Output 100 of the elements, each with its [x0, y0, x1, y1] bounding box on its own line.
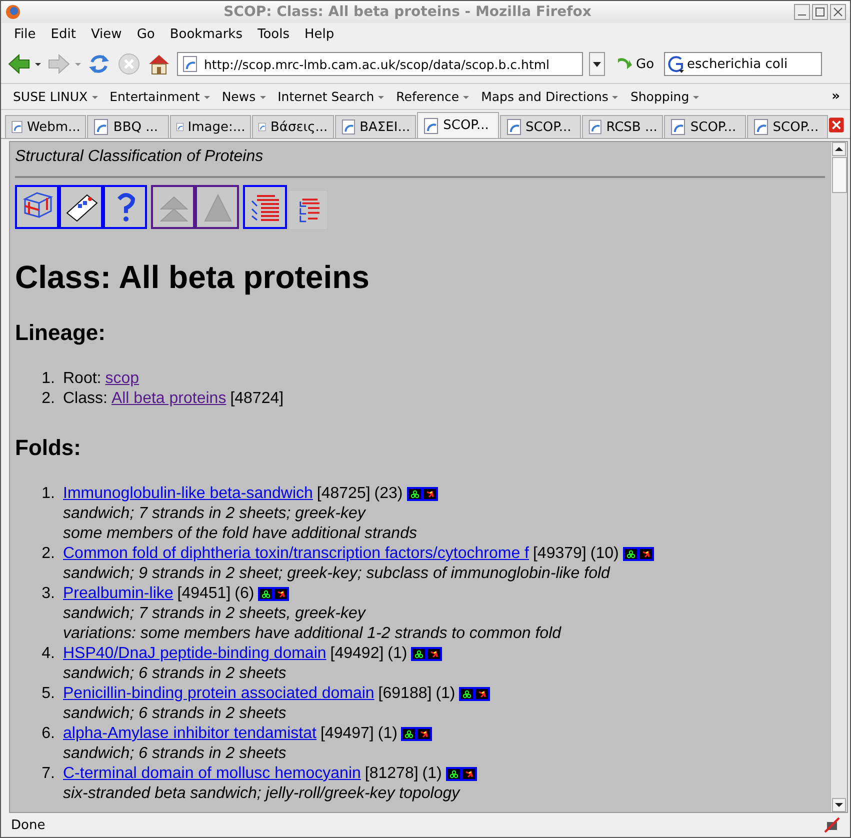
- bookmark-folder[interactable]: Internet Search: [272, 89, 390, 104]
- sunid: [49379]: [532, 544, 586, 564]
- address-field[interactable]: http://scop.mrc-lmb.cam.ac.uk/scop/data/scop.b.c.html: [177, 52, 583, 76]
- menu-item[interactable]: Edit: [44, 26, 84, 42]
- lineage-label: Root:: [63, 369, 102, 389]
- sunid: [49451]: [177, 584, 231, 604]
- fold-description: sandwich; 6 strands in 2 sheets: [63, 664, 288, 684]
- structure-icon[interactable]: [428, 649, 440, 659]
- structure-icon[interactable]: [403, 729, 416, 739]
- structure-icon[interactable]: [413, 649, 426, 659]
- browser-tab[interactable]: Image:...: [170, 115, 252, 138]
- fold-link[interactable]: alpha-Amylase inhibitor tendamistat: [63, 724, 316, 744]
- card-icon: [61, 187, 101, 227]
- bookmark-folder[interactable]: Entertainment: [104, 89, 216, 104]
- browser-tab[interactable]: SCOP...: [664, 115, 746, 138]
- browser-tab[interactable]: Βάσεις...: [252, 115, 334, 138]
- structure-icon[interactable]: [408, 489, 421, 499]
- browser-tab[interactable]: SCOP...: [417, 112, 499, 138]
- tree-list-icon: [289, 191, 327, 229]
- navigation-button[interactable]: [59, 185, 103, 229]
- scrollbar[interactable]: [830, 142, 847, 812]
- list-number: 1.: [40, 484, 56, 504]
- close-icon[interactable]: [830, 4, 846, 20]
- scroll-thumb[interactable]: [832, 157, 846, 193]
- fold-link[interactable]: Penicillin-binding protein associated domain: [63, 684, 374, 704]
- structure-icon[interactable]: [462, 769, 475, 779]
- firefox-icon: [5, 4, 21, 20]
- search-field[interactable]: escherichia coli: [664, 52, 822, 76]
- fold-description: some members of the fold have additional strands: [63, 524, 418, 544]
- bookmark-folder[interactable]: SUSE LINUX: [7, 89, 104, 104]
- bookmark-folder[interactable]: Maps and Directions: [475, 89, 624, 104]
- fold-link[interactable]: HSP40/DnaJ peptide-binding domain: [63, 644, 326, 664]
- fold-count: (23): [374, 484, 403, 504]
- menu-item[interactable]: Go: [130, 26, 163, 42]
- scroll-up-icon[interactable]: [832, 142, 846, 156]
- structure-icon[interactable]: [448, 769, 460, 779]
- browser-tab[interactable]: BBQ ...: [87, 115, 169, 138]
- go-button[interactable]: Go: [611, 55, 658, 73]
- browser-tab[interactable]: RCSB ...: [582, 115, 664, 138]
- structure-icon[interactable]: [418, 729, 430, 739]
- fold-link[interactable]: Prealbumin-like: [63, 584, 174, 604]
- cube-icon: [17, 187, 57, 227]
- page-icon: [588, 119, 602, 135]
- structure-icon[interactable]: [461, 689, 474, 699]
- maximize-icon[interactable]: [812, 4, 828, 20]
- list-number: 4.: [40, 644, 56, 664]
- lineage-label: Class:: [63, 389, 108, 409]
- bookmark-folder[interactable]: Shopping: [624, 89, 706, 104]
- dropdown-button-icon[interactable]: [589, 52, 605, 76]
- lineage-link[interactable]: scop: [105, 369, 140, 389]
- fold-link[interactable]: Immunoglobulin-like beta-sandwich: [63, 484, 313, 504]
- menu-item[interactable]: Tools: [250, 26, 298, 42]
- fold-link[interactable]: C-terminal domain of mollusc hemocyanin: [63, 764, 361, 784]
- menu-item[interactable]: View: [84, 26, 130, 42]
- menu-item[interactable]: File: [7, 26, 44, 42]
- menu-item[interactable]: Bookmarks: [162, 26, 250, 42]
- caret-icon: [260, 96, 266, 99]
- structure-icon[interactable]: [624, 549, 637, 559]
- navigation-button[interactable]: [195, 185, 239, 229]
- close-tab-icon[interactable]: [829, 117, 844, 133]
- fold-description: variations: some members have additional 1-2 strands to common fold: [63, 624, 562, 644]
- caret-icon: [612, 96, 618, 99]
- navigation-button[interactable]: [151, 185, 195, 229]
- url-text: http://scop.mrc-lmb.cam.ac.uk/scop/data/scop.b.c.html: [204, 56, 550, 72]
- minimize-icon[interactable]: [794, 4, 810, 20]
- browser-tab[interactable]: ΒΑΣΕΙ...: [334, 115, 416, 138]
- structure-icon[interactable]: [424, 489, 436, 499]
- sunid: [81278]: [364, 764, 418, 784]
- list-number: 5.: [40, 684, 56, 704]
- structure-icon[interactable]: [476, 689, 488, 699]
- browser-tab[interactable]: Webm...: [5, 115, 86, 138]
- caret-icon: [204, 96, 210, 99]
- site-subtitle: Structural Classification of Proteins: [15, 148, 264, 166]
- lineage-link[interactable]: All beta proteins: [111, 389, 226, 409]
- list-number: 2.: [40, 544, 56, 564]
- fold-description: sandwich; 7 strands in 2 sheets, greek-key: [63, 604, 367, 624]
- page-heading: Class: All beta proteins: [15, 258, 370, 297]
- bookmark-folder[interactable]: News: [216, 89, 272, 104]
- structure-icon[interactable]: [275, 589, 288, 599]
- dropdown-icon[interactable]: [35, 62, 41, 66]
- caret-icon: [92, 96, 98, 99]
- menu-item[interactable]: Help: [298, 26, 342, 42]
- reload-icon[interactable]: [87, 52, 111, 76]
- fold-count: (1): [436, 684, 456, 704]
- home-icon[interactable]: [147, 52, 171, 76]
- more-bookmarks-button[interactable]: »: [828, 89, 844, 104]
- browser-tab[interactable]: SCOP...: [500, 115, 581, 138]
- fold-description: sandwich; 7 strands in 2 sheets; greek-key: [63, 504, 367, 524]
- browser-tab[interactable]: SCOP...: [746, 115, 828, 138]
- fold-count: (1): [378, 724, 398, 744]
- scroll-down-icon[interactable]: [832, 798, 846, 812]
- fold-link[interactable]: Common fold of diphtheria toxin/transcription factors/cytochrome f: [63, 544, 529, 564]
- google-icon[interactable]: [667, 55, 686, 73]
- bookmark-folder[interactable]: Reference: [390, 89, 476, 104]
- list-icon: [245, 187, 285, 227]
- page-icon: [340, 119, 356, 135]
- structure-icon[interactable]: [260, 589, 272, 599]
- back-arrow-icon[interactable]: [7, 52, 31, 76]
- fold-description: six-stranded beta sandwich; jelly-roll/greek-key topology: [63, 784, 462, 804]
- structure-icon[interactable]: [640, 549, 652, 559]
